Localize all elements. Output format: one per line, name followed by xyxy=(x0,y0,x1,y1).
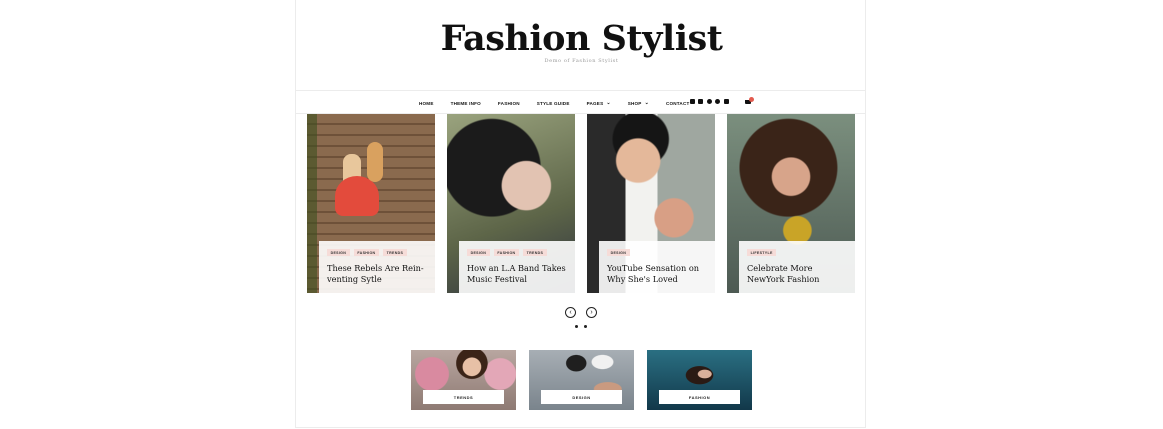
featured-post-card[interactable]: DESIGN FASHION TRENDS How an L.A Band Ta… xyxy=(447,114,575,293)
tag-chip[interactable]: TRENDS xyxy=(383,249,407,257)
featured-post-card[interactable]: LIFESTYLE Celebrate More NewYork Fashion xyxy=(727,114,855,293)
nav-item-label: HOME xyxy=(419,100,434,106)
slider-dot-active[interactable] xyxy=(575,325,578,328)
nav-item-contact[interactable]: CONTACT xyxy=(666,101,690,106)
post-overlay: DESIGN FASHION TRENDS How an L.A Band Ta… xyxy=(459,241,575,293)
header-divider-top xyxy=(295,90,866,91)
cart-icon[interactable] xyxy=(745,97,754,105)
post-title[interactable]: YouTube Sensation on Why She's Loved xyxy=(607,263,709,285)
nav-item-label: CONTACT xyxy=(665,100,690,106)
post-overlay: DESIGN YouTube Sensation on Why She's Lo… xyxy=(599,241,715,293)
slider-dot[interactable] xyxy=(584,325,587,328)
main-nav: HOME THEME INFO FASHION STYLE GUIDE PAGE… xyxy=(419,98,706,108)
post-title[interactable]: How an L.A Band Takes Music Festival xyxy=(467,263,569,285)
tag-chip[interactable]: TRENDS xyxy=(523,249,547,257)
nav-item-pages[interactable]: PAGES ⌄ xyxy=(587,100,611,106)
post-tags: DESIGN xyxy=(607,249,634,257)
featured-post-card[interactable]: DESIGN FASHION TRENDS These Rebels Are R… xyxy=(307,114,435,293)
nav-item-label: THEME INFO xyxy=(450,100,481,106)
instagram-icon[interactable] xyxy=(706,99,712,104)
nav-item-label: SHOP xyxy=(627,100,642,106)
post-title[interactable]: Celebrate More NewYork Fashion xyxy=(747,263,849,285)
post-tags: LIFESTYLE xyxy=(747,249,780,257)
nav-item-style-guide[interactable]: STYLE GUIDE xyxy=(537,101,570,106)
chevron-down-icon: ⌄ xyxy=(606,100,611,106)
post-overlay: DESIGN FASHION TRENDS These Rebels Are R… xyxy=(319,241,435,293)
category-label: FASHION xyxy=(659,390,740,404)
post-tags: DESIGN FASHION TRENDS xyxy=(327,249,411,257)
facebook-icon[interactable] xyxy=(690,99,695,104)
category-label: TRENDS xyxy=(423,390,504,404)
category-card-trends[interactable]: TRENDS xyxy=(411,350,516,410)
category-card-design[interactable]: DESIGN xyxy=(529,350,634,410)
site-logo[interactable]: Fashion Stylist xyxy=(0,18,1163,59)
chevron-right-icon[interactable]: › xyxy=(586,307,597,318)
social-links xyxy=(690,99,732,104)
nav-item-label: STYLE GUIDE xyxy=(536,100,570,106)
site-tagline: Demo of Fashion Stylist xyxy=(544,58,619,64)
tag-chip[interactable]: DESIGN xyxy=(467,249,490,257)
post-overlay: LIFESTYLE Celebrate More NewYork Fashion xyxy=(739,241,855,293)
tag-chip[interactable]: LIFESTYLE xyxy=(747,249,777,257)
tag-chip[interactable]: DESIGN xyxy=(607,249,630,257)
nav-item-fashion[interactable]: FASHION xyxy=(498,101,520,106)
category-card-fashion[interactable]: FASHION xyxy=(647,350,752,410)
twitter-icon[interactable] xyxy=(698,99,704,104)
category-label: DESIGN xyxy=(541,390,622,404)
nav-item-shop[interactable]: SHOP ⌄ xyxy=(628,100,649,106)
cart-badge xyxy=(749,97,754,102)
nav-item-home[interactable]: HOME xyxy=(419,101,434,106)
nav-item-label: FASHION xyxy=(497,100,520,106)
post-title[interactable]: These Rebels Are Rein-venting Sytle xyxy=(327,263,429,285)
post-tags: DESIGN FASHION TRENDS xyxy=(467,249,551,257)
xing-icon[interactable] xyxy=(723,99,729,104)
nav-item-label: PAGES xyxy=(586,100,604,106)
tag-chip[interactable]: DESIGN xyxy=(327,249,350,257)
nav-item-theme-info[interactable]: THEME INFO xyxy=(451,101,481,106)
pinterest-icon[interactable] xyxy=(715,99,721,104)
tag-chip[interactable]: FASHION xyxy=(353,249,380,257)
chevron-left-icon[interactable]: ‹ xyxy=(565,307,576,318)
featured-post-card[interactable]: DESIGN YouTube Sensation on Why She's Lo… xyxy=(587,114,715,293)
tag-chip[interactable]: FASHION xyxy=(493,249,520,257)
chevron-down-icon: ⌄ xyxy=(644,100,649,106)
